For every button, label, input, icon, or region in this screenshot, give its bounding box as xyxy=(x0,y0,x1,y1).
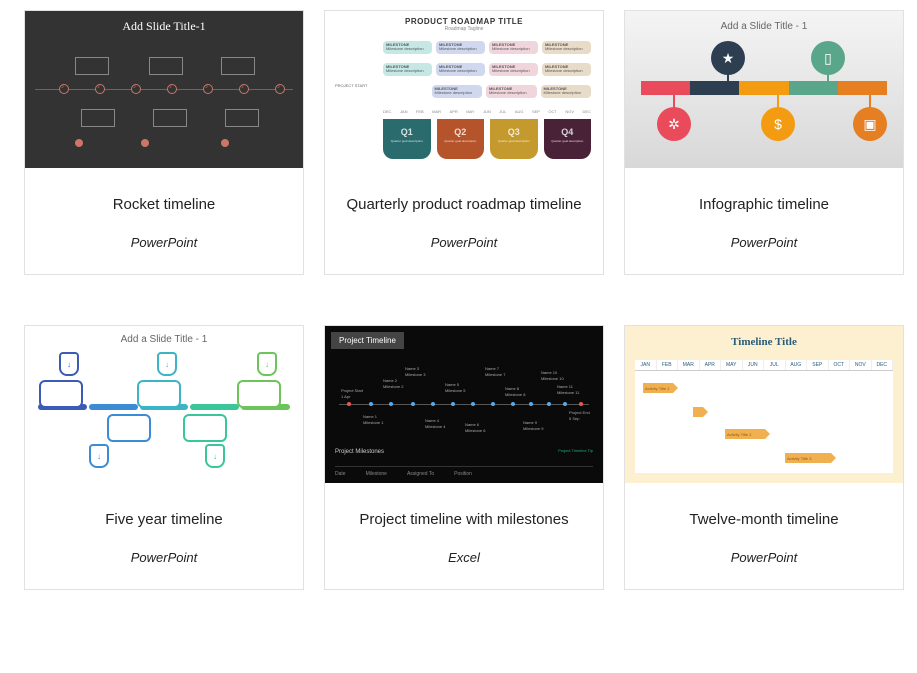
template-grid: Add Slide Title-1 Rocket timeline PowerP… xyxy=(0,0,917,620)
thumb-heading: Add a Slide Title - 1 xyxy=(25,326,303,345)
template-app: PowerPoint xyxy=(635,550,893,565)
gantt-area: Activity Title 1 Activity Title 2 Activi… xyxy=(635,371,893,471)
template-title: Quarterly product roadmap timeline xyxy=(335,196,593,213)
template-title: Five year timeline xyxy=(35,511,293,528)
thumbnail: PRODUCT ROADMAP TITLE Roadmap Tagline PR… xyxy=(325,11,603,168)
thumbnail: Add a Slide Title - 1 ↓↓↓ ↓↓ xyxy=(25,326,303,483)
template-title: Project timeline with milestones xyxy=(335,511,593,528)
thumb-subheading: Project Milestones xyxy=(335,449,384,455)
thumb-heading: Add Slide Title-1 xyxy=(25,11,303,34)
thumb-heading: PRODUCT ROADMAP TITLE xyxy=(325,11,603,26)
thumbnail: Add a Slide Title - 1 ✲ ★ $ ▯ ▣ xyxy=(625,11,903,168)
thumb-heading: Timeline Title xyxy=(625,326,903,348)
thumbnail: Add Slide Title-1 xyxy=(25,11,303,168)
template-title: Rocket timeline xyxy=(35,196,293,213)
template-app: Excel xyxy=(335,550,593,565)
star-icon: ★ xyxy=(711,41,745,75)
template-card-project[interactable]: Project Timeline Project Start 1 Apr Nam… xyxy=(324,325,604,590)
template-app: PowerPoint xyxy=(35,550,293,565)
thumb-subheading: Roadmap Tagline xyxy=(325,26,603,32)
template-title: Twelve-month timeline xyxy=(635,511,893,528)
template-card-infographic[interactable]: Add a Slide Title - 1 ✲ ★ $ ▯ ▣ Infograp… xyxy=(624,10,904,275)
template-app: PowerPoint xyxy=(35,235,293,250)
phone-icon: ▯ xyxy=(811,41,845,75)
template-card-roadmap[interactable]: PRODUCT ROADMAP TITLE Roadmap Tagline PR… xyxy=(324,10,604,275)
template-app: PowerPoint xyxy=(335,235,593,250)
thumb-heading: Project Timeline xyxy=(331,332,404,349)
template-app: PowerPoint xyxy=(635,235,893,250)
template-title: Infographic timeline xyxy=(635,196,893,213)
dollar-icon: $ xyxy=(761,107,795,141)
gear-icon: ✲ xyxy=(657,107,691,141)
thumbnail: Timeline Title JAN FEB MAR APR MAY JUN J… xyxy=(625,326,903,483)
template-card-rocket[interactable]: Add Slide Title-1 Rocket timeline PowerP… xyxy=(24,10,304,275)
template-card-twelve[interactable]: Timeline Title JAN FEB MAR APR MAY JUN J… xyxy=(624,325,904,590)
thumb-heading: Add a Slide Title - 1 xyxy=(625,11,903,32)
template-card-fiveyear[interactable]: Add a Slide Title - 1 ↓↓↓ ↓↓ Five year t… xyxy=(24,325,304,590)
thumbnail: Project Timeline Project Start 1 Apr Nam… xyxy=(325,326,603,483)
month-axis: DECJANFEBMARAPRMAYJUNJULAUGSEPOCTNOVDEC xyxy=(383,109,591,114)
picture-icon: ▣ xyxy=(853,107,887,141)
